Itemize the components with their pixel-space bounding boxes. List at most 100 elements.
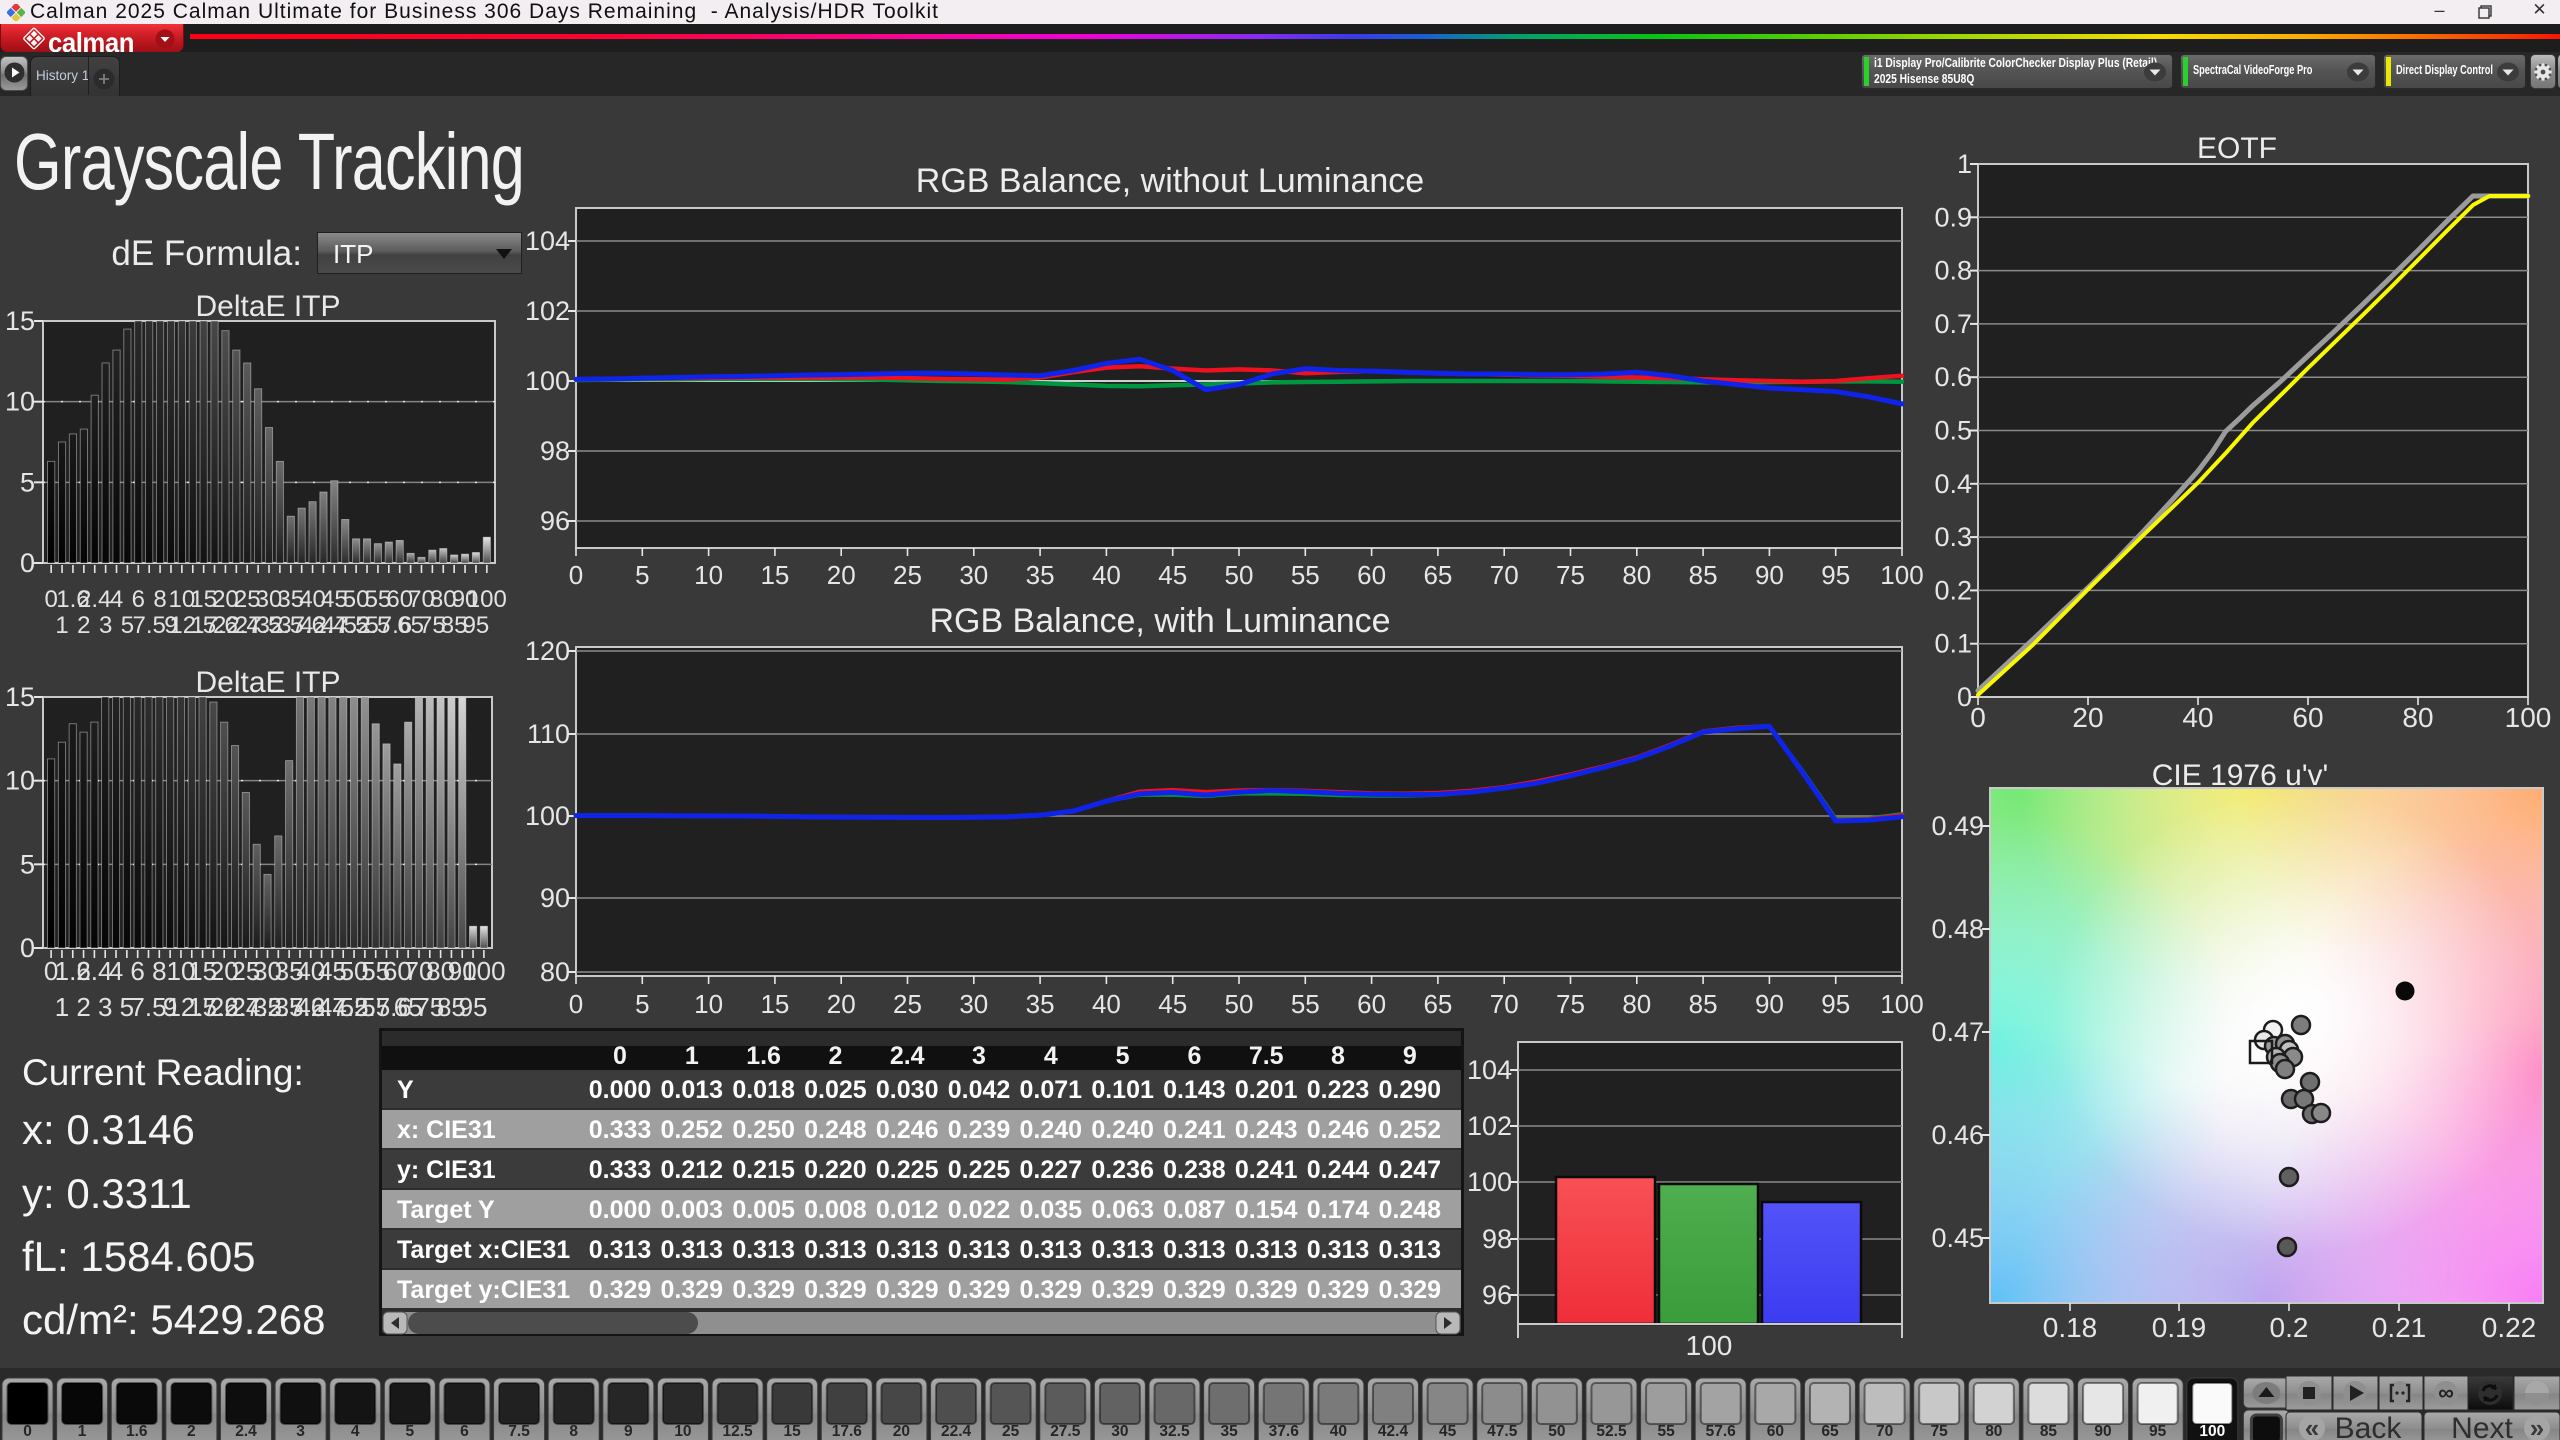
svg-text:85: 85	[1689, 560, 1718, 590]
svg-text:0.2: 0.2	[1934, 575, 1972, 605]
svg-text:90: 90	[1755, 989, 1784, 1019]
svg-text:0.329: 0.329	[1379, 1276, 1442, 1304]
svg-text:3: 3	[98, 992, 112, 1022]
svg-text:0.240: 0.240	[1020, 1116, 1083, 1144]
svg-text:0.071: 0.071	[1020, 1076, 1083, 1104]
svg-text:0.174: 0.174	[1307, 1196, 1370, 1224]
svg-text:0.313: 0.313	[1091, 1236, 1154, 1264]
svg-text:47.5: 47.5	[1487, 1423, 1518, 1440]
svg-text:40: 40	[1092, 560, 1121, 590]
svg-text:5: 5	[635, 989, 649, 1019]
svg-text:0: 0	[569, 989, 583, 1019]
svg-text:90: 90	[540, 883, 570, 913]
svg-text:55: 55	[1657, 1423, 1675, 1440]
svg-text:20: 20	[827, 989, 856, 1019]
svg-text:0.313: 0.313	[1020, 1236, 1083, 1264]
svg-text:0.238: 0.238	[1163, 1156, 1226, 1184]
svg-text:0.201: 0.201	[1235, 1076, 1298, 1104]
svg-text:2: 2	[187, 1423, 196, 1440]
svg-text:2.4: 2.4	[76, 956, 112, 986]
svg-text:65: 65	[1423, 989, 1452, 1019]
svg-text:0.329: 0.329	[1235, 1276, 1298, 1304]
svg-text:8: 8	[152, 956, 166, 986]
svg-text:98: 98	[1482, 1224, 1512, 1254]
svg-text:40: 40	[2182, 702, 2213, 733]
svg-text:8: 8	[153, 586, 166, 613]
svg-text:4: 4	[351, 1423, 360, 1440]
svg-text:7.5: 7.5	[133, 612, 166, 639]
svg-text:6: 6	[460, 1423, 469, 1440]
svg-text:0.5: 0.5	[1934, 416, 1972, 446]
svg-text:75: 75	[1556, 560, 1585, 590]
svg-text:0.143: 0.143	[1163, 1076, 1226, 1104]
svg-text:15: 15	[784, 1423, 802, 1440]
svg-text:96: 96	[1482, 1280, 1512, 1310]
svg-text:0: 0	[1970, 702, 1986, 733]
svg-text:0.313: 0.313	[804, 1236, 867, 1264]
svg-text:1.6: 1.6	[746, 1042, 781, 1070]
svg-text:37.6: 37.6	[1269, 1423, 1300, 1440]
svg-text:0.101: 0.101	[1091, 1076, 1154, 1104]
svg-text:0.252: 0.252	[1379, 1116, 1442, 1144]
svg-text:100: 100	[1467, 1167, 1512, 1197]
svg-text:75: 75	[1931, 1423, 1949, 1440]
svg-text:100: 100	[2199, 1423, 2225, 1440]
svg-text:2: 2	[76, 992, 90, 1022]
svg-text:50: 50	[1225, 989, 1254, 1019]
svg-text:»: »	[2530, 1413, 2544, 1440]
svg-text:0.313: 0.313	[876, 1236, 939, 1264]
svg-text:0.063: 0.063	[1091, 1196, 1154, 1224]
svg-text:0: 0	[23, 1423, 32, 1440]
svg-text:7.5: 7.5	[1249, 1042, 1284, 1070]
svg-text:9: 9	[1403, 1042, 1417, 1070]
svg-text:0.225: 0.225	[948, 1156, 1011, 1184]
svg-text:0.9: 0.9	[1934, 202, 1972, 232]
svg-text:2.4: 2.4	[235, 1423, 257, 1440]
svg-text:2.4: 2.4	[890, 1042, 925, 1070]
svg-text:70: 70	[1876, 1423, 1893, 1440]
svg-text:0.313: 0.313	[1307, 1236, 1370, 1264]
svg-text:0.329: 0.329	[1307, 1276, 1370, 1304]
svg-text:25: 25	[893, 560, 922, 590]
svg-text:0.000: 0.000	[589, 1196, 652, 1224]
svg-text:DeltaE ITP: DeltaE ITP	[195, 290, 340, 323]
svg-text:0.290: 0.290	[1379, 1076, 1442, 1104]
svg-text:0.220: 0.220	[804, 1156, 867, 1184]
svg-text:10: 10	[694, 560, 723, 590]
svg-text:45: 45	[1158, 560, 1187, 590]
svg-text:5: 5	[20, 467, 35, 497]
svg-text:0.000: 0.000	[589, 1076, 652, 1104]
svg-text:RGB Balance, with Luminance: RGB Balance, with Luminance	[929, 602, 1390, 640]
svg-text:10: 10	[5, 766, 35, 796]
svg-text:110: 110	[527, 719, 570, 749]
svg-text:0.45: 0.45	[1931, 1223, 1984, 1253]
svg-text:90: 90	[1755, 560, 1784, 590]
svg-text:35: 35	[1221, 1423, 1239, 1440]
svg-text:1: 1	[55, 612, 68, 639]
svg-text:0.003: 0.003	[661, 1196, 724, 1224]
svg-text:95: 95	[459, 992, 488, 1022]
svg-text:20: 20	[893, 1423, 910, 1440]
svg-text:y: CIE31: y: CIE31	[397, 1156, 496, 1184]
svg-text:12.5: 12.5	[722, 1423, 753, 1440]
svg-text:30: 30	[959, 560, 988, 590]
svg-text:45: 45	[1158, 989, 1187, 1019]
svg-text:100: 100	[525, 801, 570, 831]
svg-text:0.246: 0.246	[1307, 1116, 1370, 1144]
svg-text:100: 100	[2505, 702, 2552, 733]
svg-text:98: 98	[540, 436, 570, 466]
svg-text:0.48: 0.48	[1931, 914, 1984, 944]
svg-text:102: 102	[525, 296, 570, 326]
svg-text:80: 80	[540, 957, 570, 987]
svg-text:0.243: 0.243	[1235, 1116, 1298, 1144]
svg-text:DeltaE ITP: DeltaE ITP	[195, 666, 340, 699]
svg-text:80: 80	[2402, 702, 2433, 733]
svg-text:22.4: 22.4	[941, 1423, 972, 1440]
svg-text:EOTF: EOTF	[2197, 132, 2277, 165]
svg-text:0.225: 0.225	[876, 1156, 939, 1184]
svg-text:0.6: 0.6	[1934, 362, 1972, 392]
svg-text:50: 50	[1548, 1423, 1565, 1440]
svg-text:Back: Back	[2335, 1412, 2403, 1440]
svg-text:0.329: 0.329	[1091, 1276, 1154, 1304]
svg-text:0.329: 0.329	[1020, 1276, 1083, 1304]
